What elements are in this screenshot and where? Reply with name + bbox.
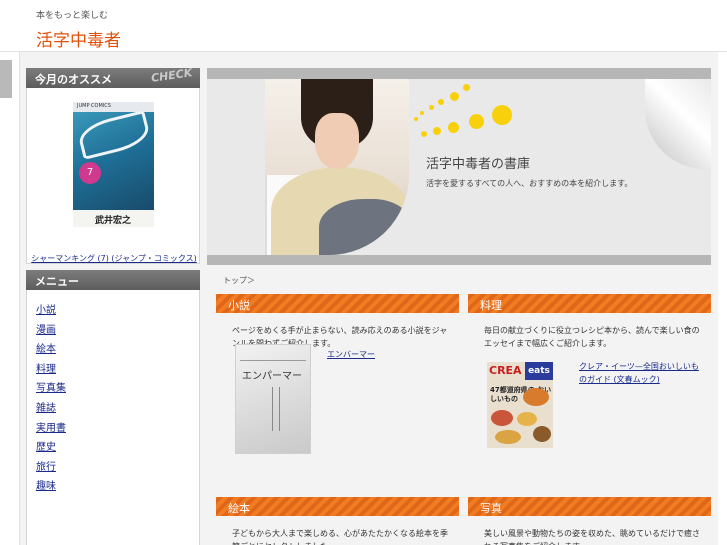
decor-dot: [450, 92, 459, 101]
menu-item[interactable]: 料理: [36, 360, 199, 380]
site-tagline: 本をもっと楽しむ: [36, 11, 109, 21]
cover-column: [272, 387, 280, 431]
recommend-header: 今月のオススメ CHECK: [26, 66, 200, 88]
decor-dot: [429, 105, 434, 110]
section-cooking: 料理 毎日の献立づくりに役立つレシピ本から、読んで楽しい食のエッセイまで幅広くご…: [468, 294, 711, 490]
menu-header: メニュー: [26, 270, 200, 290]
cover-author: 武井宏之: [95, 216, 132, 226]
book-cover[interactable]: CREA eats 47都道府県の おいしいもの: [487, 362, 553, 448]
book-link[interactable]: エンバーマー: [327, 348, 375, 361]
book-cover[interactable]: エンパーマー: [235, 344, 311, 454]
menu-item[interactable]: 絵本: [36, 340, 199, 360]
menu-item[interactable]: 歴史: [36, 438, 199, 458]
recommend-book-cover[interactable]: JUMP COMICS 7 武井宏之: [73, 102, 154, 227]
hero-banner: 活字中毒者の書庫 活字を愛するすべての人へ、おすすめの本を紹介します。: [207, 68, 711, 265]
page-curl-decoration: [645, 79, 711, 169]
recommend-box: JUMP COMICS 7 武井宏之 シャーマンキング (7) (ジャンプ・コミ…: [26, 88, 200, 264]
section-novel: 小説 ページをめくる手が止まらない、読み応えのある小説をジャンルを問わずご紹介し…: [216, 294, 459, 490]
recommend-book-link[interactable]: シャーマンキング (7) (ジャンプ・コミックス): [27, 253, 201, 264]
food-item: [495, 430, 521, 444]
food-item: [491, 410, 513, 426]
recommend-title: 今月のオススメ: [35, 73, 112, 86]
section-heading[interactable]: 料理: [468, 294, 711, 313]
book-link[interactable]: クレア・イーツ—全国おいしいものガイド (文春ムック): [579, 360, 701, 386]
menu-item[interactable]: 実用書: [36, 419, 199, 439]
side-tab: [0, 60, 12, 98]
photo-face: [315, 113, 359, 169]
menu-title: メニュー: [35, 275, 79, 288]
section-photography: 写真 美しい風景や動物たちの姿を収めた、眺めているだけで癒される写真集をご紹介し…: [468, 497, 711, 545]
site-header: 本をもっと楽しむ 活字中毒者: [0, 0, 727, 52]
section-heading[interactable]: 写真: [468, 497, 711, 516]
cover-title-emblem: [75, 110, 153, 160]
hero-description: 活字を愛するすべての人へ、おすすめの本を紹介します。: [426, 179, 633, 188]
sidebar: 今月のオススメ CHECK JUMP COMICS 7 武井宏之 シャーマンキン…: [26, 66, 200, 545]
decor-dot: [438, 99, 444, 105]
left-margin-strip: [0, 52, 20, 545]
food-item: [533, 426, 551, 442]
check-label: CHECK: [149, 66, 193, 85]
decor-dot: [492, 105, 512, 125]
site-title[interactable]: 活字中毒者: [36, 26, 121, 51]
decor-dot: [414, 117, 418, 121]
section-heading[interactable]: 絵本: [216, 497, 459, 516]
section-heading[interactable]: 小説: [216, 294, 459, 313]
cover-badge: eats: [525, 362, 553, 380]
menu-item[interactable]: 雑誌: [36, 399, 199, 419]
cover-title: エンパーマー: [242, 371, 302, 382]
section-description: 毎日の献立づくりに役立つレシピ本から、読んで楽しい食のエッセイまで幅広くご紹介し…: [484, 326, 700, 348]
decor-dot: [469, 114, 484, 129]
decor-dot: [463, 84, 470, 91]
hero-title: 活字中毒者の書庫: [426, 157, 531, 172]
decor-dot: [421, 131, 427, 137]
food-item: [523, 388, 549, 406]
breadcrumb[interactable]: トップ＞: [223, 275, 255, 286]
decor-dot: [448, 122, 459, 133]
cover-label: JUMP COMICS: [77, 103, 111, 109]
food-item: [517, 412, 537, 426]
menu-item[interactable]: 趣味: [36, 477, 199, 497]
decor-dot: [433, 127, 441, 135]
cover-logo: CREA: [489, 364, 522, 377]
menu-item[interactable]: 写真集: [36, 379, 199, 399]
decor-dot: [420, 111, 424, 115]
section-description: 子どもから大人まで楽しめる、心があたたかくなる絵本を季節ごとにセレクトしました。: [232, 529, 448, 545]
menu-item[interactable]: 漫画: [36, 321, 199, 341]
menu-item[interactable]: 小説: [36, 301, 199, 321]
section-description: 美しい風景や動物たちの姿を収めた、眺めているだけで癒される写真集をご紹介します。: [484, 529, 700, 545]
cover-volume-badge: 7: [79, 162, 101, 184]
photo-cat: [319, 199, 409, 255]
right-margin-strip: [718, 52, 727, 545]
menu-list: 小説 漫画 絵本 料理 写真集 雑誌 実用書 歴史 旅行 趣味: [26, 290, 200, 545]
menu-item[interactable]: 旅行: [36, 458, 199, 478]
cover-header-line: [240, 349, 306, 361]
hero-photo: [265, 79, 409, 255]
section-picture-books: 絵本 子どもから大人まで楽しめる、心があたたかくなる絵本を季節ごとにセレクトしま…: [216, 497, 459, 545]
